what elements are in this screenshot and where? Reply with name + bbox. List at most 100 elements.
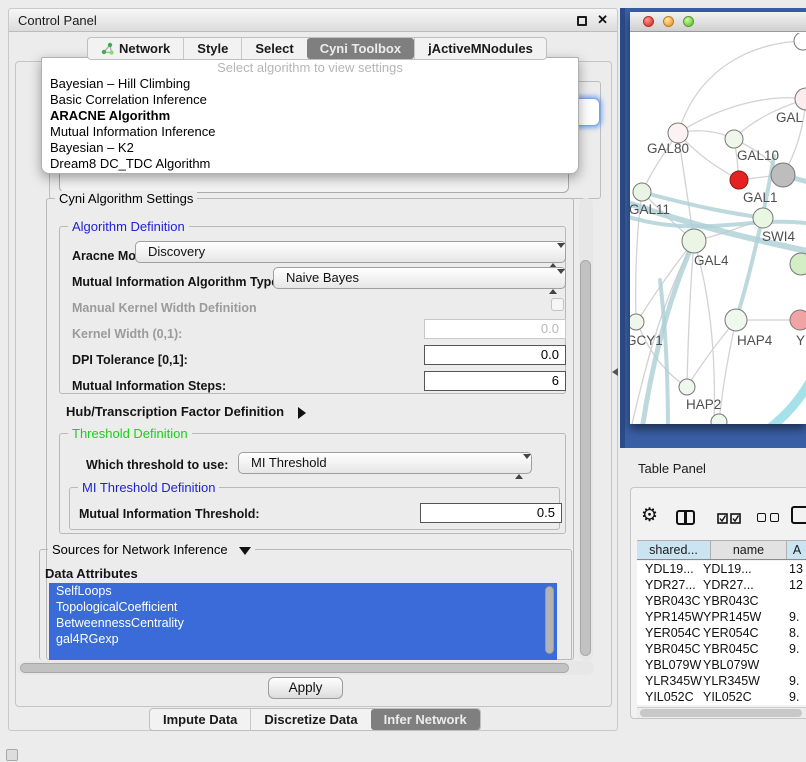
network-node[interactable] bbox=[711, 414, 727, 424]
network-node-gal[interactable] bbox=[795, 88, 806, 110]
minimized-panel-icon[interactable] bbox=[6, 749, 18, 761]
network-edge[interactable] bbox=[637, 241, 694, 322]
algorithm-option[interactable]: Mutual Information Inference bbox=[42, 124, 578, 140]
kernel-width-field: 0.0 bbox=[424, 319, 566, 339]
table-row[interactable]: YER054CYER054C8. bbox=[637, 625, 806, 641]
close-traffic-light-icon[interactable] bbox=[643, 16, 654, 27]
table-horizontal-scrollbar[interactable] bbox=[637, 707, 806, 718]
stepper-icon bbox=[549, 272, 558, 292]
apply-button[interactable]: Apply bbox=[268, 677, 343, 699]
float-window-icon[interactable] bbox=[577, 16, 587, 26]
algorithm-option[interactable]: Dream8 DC_TDC Algorithm bbox=[42, 156, 578, 172]
table-cell: YBR043C bbox=[645, 594, 701, 608]
network-node-gal11[interactable] bbox=[633, 183, 651, 201]
tab-network[interactable]: Network bbox=[88, 38, 183, 59]
network-node[interactable] bbox=[794, 33, 806, 50]
attribute-item[interactable]: TopologicalCoefficient bbox=[49, 599, 557, 615]
algorithm-dropdown-popup: Select algorithm to view settings Bayesi… bbox=[41, 57, 579, 174]
algorithm-definition-title: Algorithm Definition bbox=[68, 219, 189, 234]
mi-threshold-field[interactable]: 0.5 bbox=[420, 503, 562, 523]
network-node-hap2[interactable] bbox=[679, 379, 695, 395]
control-panel-tabstrip: NetworkStyleSelectCyni Toolbox jActiveMNo… bbox=[87, 37, 547, 60]
tab-discretize-data[interactable]: Discretize Data bbox=[250, 709, 370, 730]
dpi-tolerance-field[interactable]: 0.0 bbox=[424, 345, 566, 365]
list-scrollbar-thumb[interactable] bbox=[545, 586, 554, 654]
table-row[interactable]: YIL052CYIL052C9. bbox=[637, 689, 806, 705]
network-edge[interactable] bbox=[719, 320, 736, 422]
minimize-traffic-light-icon[interactable] bbox=[663, 16, 674, 27]
split-view-icon[interactable] bbox=[676, 510, 695, 525]
network-node-gal80[interactable] bbox=[668, 123, 688, 143]
manual-kernel-checkbox[interactable] bbox=[551, 298, 564, 311]
new-table-icon[interactable] bbox=[791, 506, 806, 524]
attribute-item[interactable]: SelfLoops bbox=[49, 583, 557, 599]
algorithm-option[interactable]: ARACNE Algorithm bbox=[42, 108, 578, 124]
table-panel-title: Table Panel bbox=[638, 461, 706, 476]
network-canvas[interactable]: GALGAL80GAL10GAL1GAL11SWI4GAL4GCY1HAP4YH… bbox=[630, 33, 806, 424]
mi-steps-field[interactable]: 6 bbox=[424, 371, 566, 391]
network-node[interactable] bbox=[771, 163, 795, 187]
table-row[interactable]: YBR045CYBR045C9. bbox=[637, 641, 806, 657]
table-row[interactable]: YBL079WYBL079W bbox=[637, 657, 806, 673]
settings-vertical-scrollbar[interactable] bbox=[579, 198, 593, 661]
attribute-item[interactable]: BetweennessCentrality bbox=[49, 615, 557, 631]
table-row[interactable]: YDL19...YDL19...13 bbox=[637, 561, 806, 577]
algorithm-option[interactable]: Bayesian – Hill Climbing bbox=[42, 76, 578, 92]
network-node-gal10[interactable] bbox=[725, 130, 743, 148]
select-all-checkboxes-icon[interactable] bbox=[717, 513, 743, 525]
column-header[interactable]: shared... bbox=[637, 541, 710, 559]
tab-jactivemnodules[interactable]: jActiveMNodules bbox=[414, 38, 546, 59]
network-node-gcy1[interactable] bbox=[630, 314, 644, 330]
close-icon[interactable]: ✕ bbox=[597, 12, 608, 28]
table-cell: YBR045C bbox=[645, 642, 701, 656]
data-attributes-label: Data Attributes bbox=[45, 566, 138, 581]
algorithm-option[interactable]: Basic Correlation Inference bbox=[42, 92, 578, 108]
collapse-down-icon bbox=[239, 547, 251, 555]
network-node-y[interactable] bbox=[790, 310, 806, 330]
attribute-item[interactable]: gal4RGexp bbox=[49, 631, 557, 647]
table-scrollbar-thumb[interactable] bbox=[640, 709, 802, 717]
network-node[interactable] bbox=[790, 253, 806, 275]
data-attributes-list[interactable]: SelfLoopsTopologicalCoefficientBetweenne… bbox=[49, 583, 557, 660]
tab-cyni-toolbox[interactable]: Cyni Toolbox bbox=[307, 38, 414, 59]
network-node-hap4[interactable] bbox=[725, 309, 747, 331]
table-row[interactable]: YBR043CYBR043C bbox=[637, 593, 806, 609]
zoom-traffic-light-icon[interactable] bbox=[683, 16, 694, 27]
settings-horizontal-scrollbar[interactable] bbox=[17, 661, 594, 675]
network-node-gal1[interactable] bbox=[730, 171, 748, 189]
algorithm-option[interactable]: Bayesian – K2 bbox=[42, 140, 578, 156]
network-node-swi4[interactable] bbox=[753, 208, 773, 228]
unselect-checkbox-icon[interactable] bbox=[757, 513, 766, 522]
column-header[interactable]: A bbox=[786, 541, 806, 559]
which-threshold-select[interactable]: MI Threshold bbox=[238, 452, 532, 474]
tab-label: jActiveMNodules bbox=[428, 41, 533, 56]
tab-select[interactable]: Select bbox=[241, 38, 306, 59]
table-cell: YDL19... bbox=[703, 562, 752, 576]
horizontal-scrollbar-thumb[interactable] bbox=[20, 663, 569, 673]
hub-definition-toggle[interactable]: Hub/Transcription Factor Definition bbox=[66, 404, 306, 419]
table-row[interactable]: YPR145WYPR145W9. bbox=[637, 609, 806, 625]
network-node-gal4[interactable] bbox=[682, 229, 706, 253]
table-cell: YPR145W bbox=[703, 610, 761, 624]
vertical-scrollbar-thumb[interactable] bbox=[580, 260, 591, 656]
table-row[interactable]: YDR27...YDR27...12 bbox=[637, 577, 806, 593]
tab-style[interactable]: Style bbox=[183, 38, 241, 59]
panel-splitter-icon[interactable] bbox=[612, 368, 618, 376]
attribute-item[interactable] bbox=[49, 647, 557, 660]
table-cell: YBL079W bbox=[645, 658, 701, 672]
tab-infer-network[interactable]: Infer Network bbox=[371, 709, 480, 730]
unselect-checkbox-icon[interactable] bbox=[770, 513, 779, 522]
sources-toggle[interactable]: Sources for Network Inference bbox=[48, 542, 255, 557]
table-row[interactable]: YLR345WYLR345W9. bbox=[637, 673, 806, 689]
aracne-mode-select[interactable]: Discovery bbox=[135, 241, 566, 263]
column-header[interactable]: name bbox=[710, 541, 786, 559]
sources-title: Sources for Network Inference bbox=[52, 542, 228, 557]
network-graph[interactable]: GALGAL80GAL10GAL1GAL11SWI4GAL4GCY1HAP4YH… bbox=[630, 33, 806, 424]
network-node-label: HAP4 bbox=[737, 333, 773, 348]
tab-impute-data[interactable]: Impute Data bbox=[150, 709, 250, 730]
network-edge[interactable] bbox=[756, 378, 806, 424]
which-threshold-value: MI Threshold bbox=[251, 455, 327, 470]
network-edge[interactable] bbox=[687, 241, 694, 387]
mi-type-select[interactable]: Naive Bayes bbox=[273, 267, 566, 289]
gear-icon[interactable]: ⚙ bbox=[641, 504, 658, 527]
